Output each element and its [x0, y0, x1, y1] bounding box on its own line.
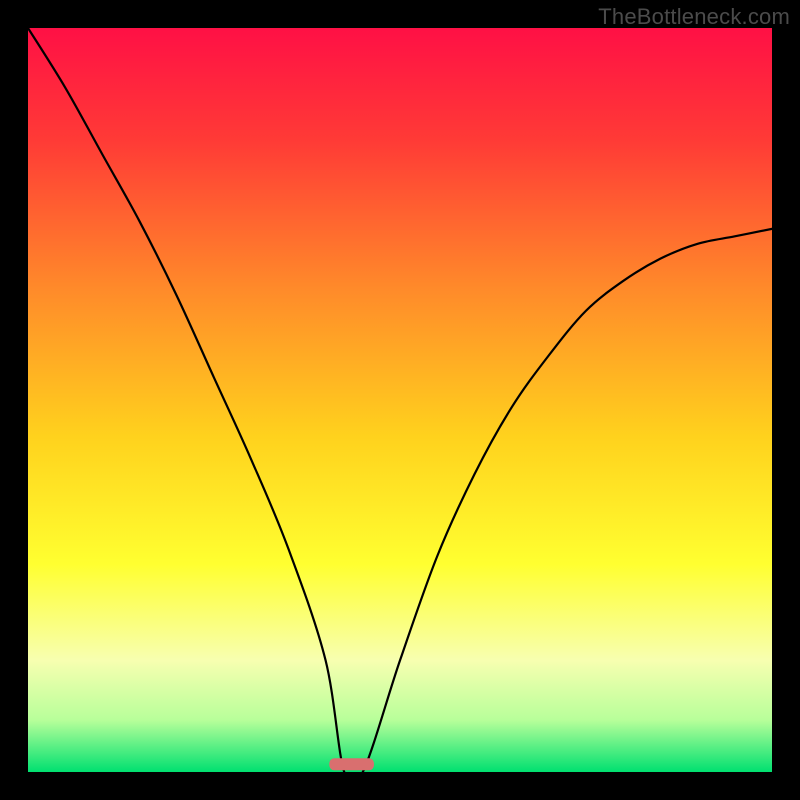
chart-frame: TheBottleneck.com — [0, 0, 800, 800]
plot-area — [28, 28, 772, 772]
chart-svg — [28, 28, 772, 772]
optimal-zone-marker — [329, 758, 374, 770]
watermark-text: TheBottleneck.com — [598, 4, 790, 30]
